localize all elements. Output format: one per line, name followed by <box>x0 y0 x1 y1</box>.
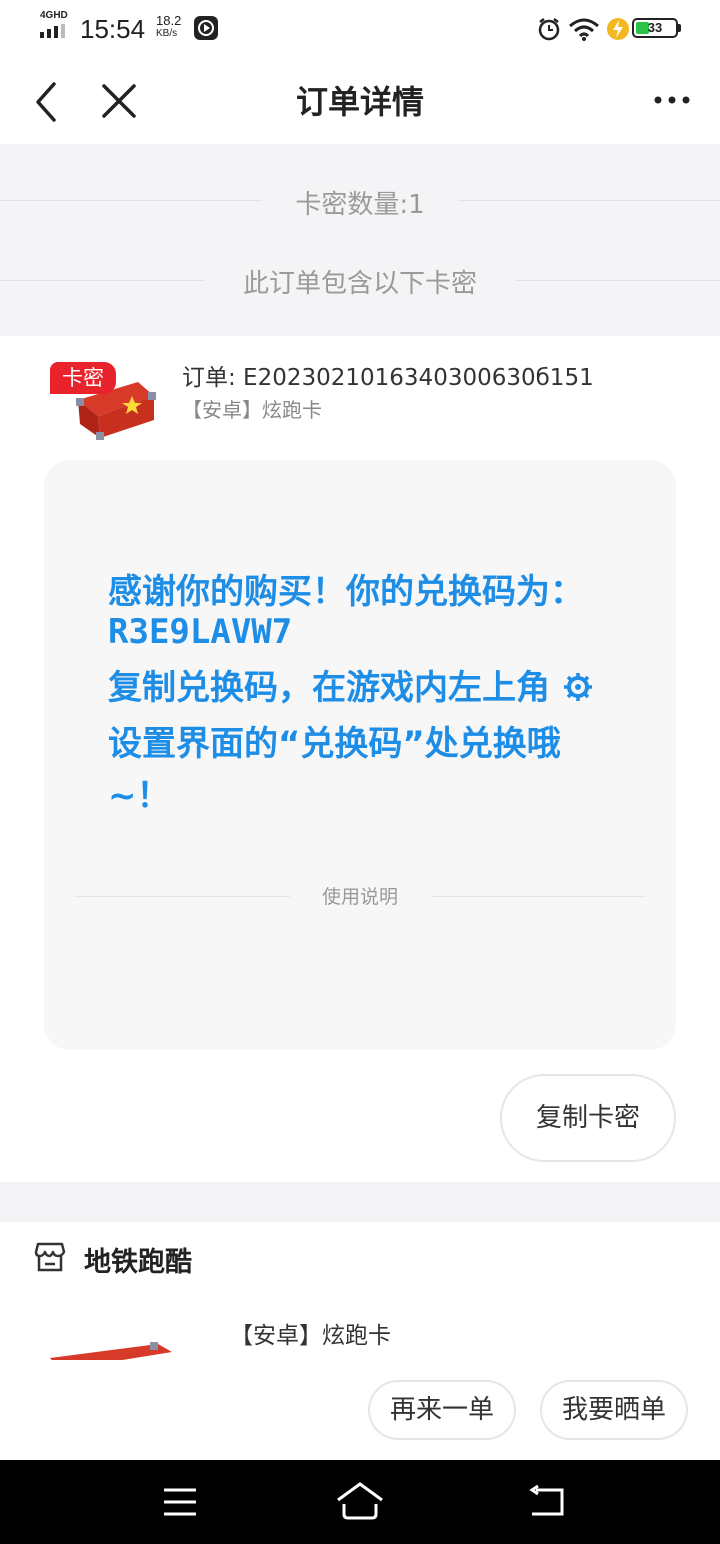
redeem-code-box: 感谢你的购买！你的兑换码为： R3E9LAVW7 复制兑换码，在游戏内左上角 设… <box>44 460 676 1050</box>
back-button[interactable] <box>26 78 74 126</box>
nav-bar: 订单详情 <box>0 60 720 144</box>
message-line-5: ~！ <box>108 776 171 816</box>
card-count: 卡密数量:1 <box>295 190 425 220</box>
charging-icon <box>606 16 630 46</box>
card-contains-text: 此订单包含以下卡密 <box>242 269 477 299</box>
store-name[interactable]: 地铁跑酷 <box>84 1240 192 1279</box>
home-icon <box>337 1482 383 1520</box>
action-bar: 再来一单 我要晒单 <box>0 1360 720 1460</box>
battery-tip <box>678 24 681 32</box>
usage-instructions-label[interactable]: 使用说明 <box>44 882 676 909</box>
message-line-4: 设置界面的“兑换码”处兑换哦 <box>108 724 561 764</box>
menu-button[interactable] <box>160 1482 200 1526</box>
close-button[interactable] <box>96 78 144 126</box>
store-product-image <box>50 1340 172 1360</box>
alarm-icon <box>536 16 562 46</box>
redeem-code[interactable]: R3E9LAVW7 <box>108 612 292 652</box>
clock: 15:54 <box>80 14 146 44</box>
copy-card-button[interactable]: 复制卡密 <box>500 1074 676 1162</box>
battery-icon: 33 <box>632 18 678 38</box>
signal-icon: 4GHD <box>40 10 70 38</box>
hamburger-icon <box>164 1488 196 1516</box>
return-icon <box>529 1484 564 1516</box>
wifi-icon <box>568 16 600 46</box>
media-icon <box>194 16 218 40</box>
more-dots-icon <box>654 96 690 104</box>
share-order-button[interactable]: 我要晒单 <box>540 1380 688 1440</box>
store-icon <box>34 1240 66 1278</box>
card-section: 卡密 订单: E2023021016340300630б151 【安卓】炫跑卡 … <box>0 336 720 1182</box>
card-badge: 卡密 <box>50 362 116 394</box>
message-line-1: 感谢你的购买！你的兑换码为： <box>108 572 584 612</box>
back-nav-button[interactable] <box>528 1482 568 1526</box>
reorder-button[interactable]: 再来一单 <box>368 1380 516 1440</box>
store-section: 地铁跑酷 【安卓】炫跑卡 再来一单 我要晒单 <box>0 1222 720 1460</box>
status-bar: 4GHD 15:54 18.2 KB/s 33 <box>0 0 720 60</box>
store-product-name[interactable]: 【安卓】炫跑卡 <box>230 1316 391 1350</box>
close-icon <box>102 84 136 118</box>
message-line-3: 复制兑换码，在游戏内左上角 <box>108 660 594 709</box>
more-button[interactable] <box>648 82 696 122</box>
net-speed: 18.2 KB/s <box>156 13 182 40</box>
chevron-left-icon <box>36 82 56 122</box>
order-number: 订单: E2023021016340300630б151 <box>182 365 594 391</box>
system-nav-bar <box>0 1460 720 1544</box>
gear-icon <box>563 673 592 701</box>
home-button[interactable] <box>336 1480 384 1528</box>
product-image: 卡密 <box>50 358 160 442</box>
product-name: 【安卓】炫跑卡 <box>182 398 322 422</box>
